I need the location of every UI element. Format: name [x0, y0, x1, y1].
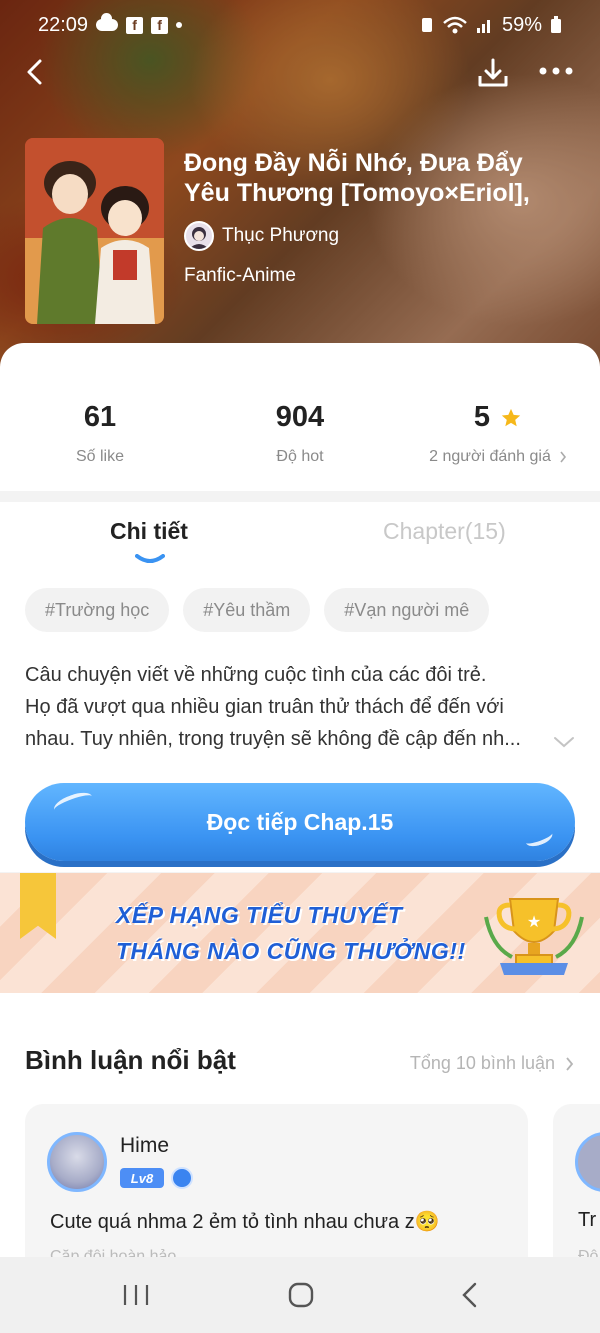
description[interactable]: Câu chuyện viết về những cuộc tình của c…	[25, 659, 555, 755]
comment-text: Tr	[578, 1209, 597, 1231]
continue-reading-button[interactable]: Đọc tiếp Chap.15	[25, 783, 575, 861]
book-cover[interactable]	[25, 138, 164, 324]
comment-subtext: Cặp đôi hoàn hảo	[50, 1248, 177, 1257]
description-line: Họ đã vượt qua nhiều gian truân thử thác…	[25, 696, 504, 718]
chevron-down-icon[interactable]	[552, 734, 576, 750]
stat-hot: 904 Độ hot	[200, 401, 400, 466]
signal-icon	[476, 20, 490, 33]
tag-item[interactable]: #Yêu thầm	[183, 588, 311, 632]
tab-active-indicator	[135, 554, 165, 563]
chevron-right-icon	[560, 451, 566, 463]
badge-icon	[171, 1167, 193, 1189]
tag-item[interactable]: #Trường học	[25, 588, 170, 632]
status-right: 59%	[420, 14, 562, 37]
more-icon[interactable]	[538, 64, 574, 78]
cloud-icon	[96, 13, 119, 31]
comment-subtext: Đô	[578, 1248, 599, 1257]
battery-saver-icon	[421, 18, 432, 32]
notification-dot-icon	[176, 22, 183, 28]
continue-reading-label: Đọc tiếp Chap.15	[206, 808, 394, 835]
svg-text:★: ★	[527, 912, 541, 931]
banner-line-2: THÁNG NÀO CŨNG THƯỞNG!!	[116, 938, 466, 964]
facebook-icon: f	[126, 16, 144, 34]
tag-item[interactable]: #Vạn người mê	[324, 588, 490, 632]
stats-card: 61 Số like 904 Độ hot 5 2 người đánh giá	[0, 343, 600, 491]
author-name: Thục Phương	[222, 225, 340, 246]
hot-value: 904	[275, 401, 325, 433]
button-shine	[523, 826, 555, 850]
author-row[interactable]: Thục Phương	[184, 221, 339, 251]
back-icon[interactable]	[22, 58, 50, 86]
banner-text: XẾP HẠNG TIỂU THUYẾT THÁNG NÀO CŨNG THƯỞ…	[116, 897, 466, 969]
system-nav-bar	[0, 1257, 600, 1333]
tag-list: #Trường học #Yêu thầm #Vạn người mê	[25, 588, 490, 632]
likes-value: 61	[83, 401, 117, 433]
status-left: 22:09 f f	[38, 13, 183, 37]
genre-label[interactable]: Fanfic-Anime	[184, 265, 296, 287]
tab-detail[interactable]: Chi tiết	[110, 518, 188, 545]
comments-section: Bình luận nổi bật Tổng 10 bình luận Hime…	[0, 993, 600, 1257]
download-icon[interactable]	[476, 56, 510, 90]
book-title-line-1: Đong Đầy Nỗi Nhớ, Đưa Đẩy	[184, 149, 523, 177]
comment-text: Cute quá nhma 2 ẻm tỏ tình nhau chưa z🥺	[50, 1211, 440, 1233]
comments-heading: Bình luận nổi bật	[25, 1045, 236, 1075]
battery-percent: 59%	[501, 13, 542, 36]
book-title: Đong Đầy Nỗi Nhớ, Đưa Đẩy Yêu Thương [To…	[184, 148, 584, 208]
chevron-right-icon	[566, 1056, 574, 1071]
tab-chapters[interactable]: Chapter(15)	[383, 518, 506, 545]
rating-label: 2 người đánh giá	[429, 448, 551, 465]
trophy-icon: ★	[484, 898, 584, 975]
button-shine	[51, 788, 95, 818]
star-icon	[501, 408, 521, 426]
recent-apps-icon[interactable]	[120, 1281, 152, 1309]
stat-rating[interactable]: 5 2 người đánh giá	[398, 401, 598, 466]
battery-icon	[551, 16, 561, 33]
stat-likes: 61 Số like	[0, 401, 200, 466]
banner-line-1: XẾP HẠNG TIỂU THUYẾT	[116, 902, 403, 928]
comments-total: Tổng 10 bình luận	[409, 1053, 555, 1073]
rating-value: 5	[473, 401, 491, 433]
status-time: 22:09	[38, 13, 89, 36]
description-line: nhau. Tuy nhiên, trong truyện sẽ không đ…	[25, 728, 521, 750]
comment-card[interactable]: Hime Lv8 Cute quá nhma 2 ẻm tỏ tình nhau…	[25, 1104, 528, 1257]
status-bar: 22:09 f f 59%	[38, 10, 562, 40]
top-bar	[0, 50, 600, 94]
level-badge: Lv8	[120, 1168, 164, 1188]
nav-back-icon[interactable]	[455, 1281, 487, 1309]
comments-total-link[interactable]: Tổng 10 bình luận	[410, 1053, 574, 1074]
detail-section: Chi tiết Chapter(15) #Trường học #Yêu th…	[0, 502, 600, 872]
cover-illustration	[25, 138, 164, 324]
author-avatar	[184, 221, 214, 251]
commenter-avatar[interactable]	[575, 1132, 600, 1192]
description-line: Câu chuyện viết về những cuộc tình của c…	[25, 664, 487, 686]
book-title-line-2: Yêu Thương [Tomoyo×Eriol],	[184, 179, 530, 207]
bookmark-ribbon-icon	[20, 873, 56, 939]
hot-label: Độ hot	[276, 448, 324, 465]
home-icon[interactable]	[285, 1281, 317, 1309]
wifi-icon	[443, 16, 467, 34]
commenter-avatar[interactable]	[47, 1132, 107, 1192]
commenter-name[interactable]: Hime	[120, 1134, 169, 1158]
likes-label: Số like	[75, 448, 125, 465]
facebook-icon: f	[151, 16, 169, 34]
ranking-banner[interactable]: XẾP HẠNG TIỂU THUYẾT THÁNG NÀO CŨNG THƯỞ…	[0, 873, 600, 993]
comment-card[interactable]: Tr Đô	[553, 1104, 600, 1257]
